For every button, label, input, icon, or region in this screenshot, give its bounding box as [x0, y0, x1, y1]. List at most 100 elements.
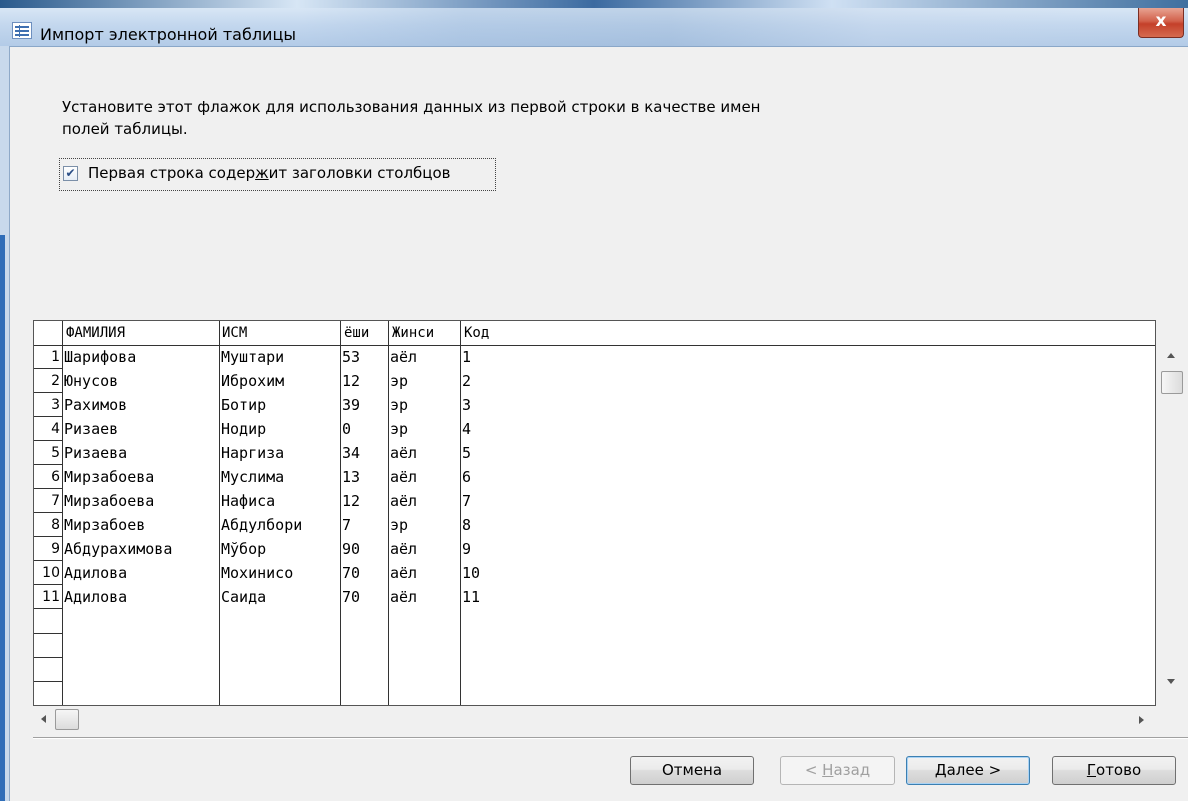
- cell-kod: 2: [462, 372, 472, 390]
- background-strip: [0, 0, 1188, 8]
- cell-yoshi: 90: [342, 540, 361, 558]
- row-number: 5: [34, 441, 62, 465]
- cell-jinsi: аёл: [390, 348, 418, 366]
- horizontal-scroll-thumb[interactable]: [55, 709, 79, 730]
- empty-row-number: [34, 609, 62, 634]
- cell-kod: 11: [462, 588, 481, 606]
- checkbox-check-icon[interactable]: ✔: [63, 166, 78, 181]
- scroll-left-icon[interactable]: [41, 715, 46, 723]
- cell-jinsi: аёл: [390, 468, 418, 486]
- scroll-right-icon[interactable]: [1139, 716, 1144, 724]
- row-number: 6: [34, 465, 62, 489]
- cell-familiya: Шарифова: [64, 348, 137, 366]
- cell-yoshi: 70: [342, 564, 361, 582]
- table-row: 11 Адилова Саида 70 аёл 11: [34, 585, 1155, 609]
- cell-yoshi: 39: [342, 396, 361, 414]
- cell-familiya: Мирзабоев: [64, 516, 146, 534]
- next-button[interactable]: Далее >: [906, 756, 1030, 785]
- cell-familiya: Адилова: [64, 588, 128, 606]
- cell-jinsi: аёл: [390, 564, 418, 582]
- row-number: 1: [34, 345, 62, 369]
- cell-ism: Муштари: [221, 348, 285, 366]
- cell-familiya: Абдурахимова: [64, 540, 173, 558]
- column-header-ism[interactable]: ИСМ: [222, 325, 247, 341]
- row-number: 9: [34, 537, 62, 561]
- column-header-kod[interactable]: Код: [464, 325, 489, 341]
- cell-ism: Муслима: [221, 468, 285, 486]
- cell-jinsi: эр: [390, 372, 409, 390]
- cell-jinsi: аёл: [390, 588, 418, 606]
- table-row: 6 Мирзабоева Муслима 13 аёл 6: [34, 465, 1155, 489]
- table-row: 3 Рахимов Ботир 39 эр 3: [34, 393, 1155, 417]
- cell-yoshi: 12: [342, 492, 361, 510]
- column-header-familiya[interactable]: ФАМИЛИЯ: [66, 325, 125, 341]
- window-frame-accent: [0, 235, 5, 801]
- cell-yoshi: 34: [342, 444, 361, 462]
- first-row-headers-checkbox[interactable]: ✔ Первая строка содержит заголовки столб…: [59, 158, 496, 191]
- cell-kod: 7: [462, 492, 472, 510]
- cell-jinsi: эр: [390, 420, 409, 438]
- cell-kod: 5: [462, 444, 472, 462]
- cell-ism: Ботир: [221, 396, 267, 414]
- cell-ism: Иброхим: [221, 372, 285, 390]
- cell-familiya: Рахимов: [64, 396, 128, 414]
- cell-ism: Абдулбори: [221, 516, 303, 534]
- table-row: 1 Шарифова Муштари 53 аёл 1: [34, 345, 1155, 369]
- finish-button[interactable]: Готово: [1052, 756, 1176, 785]
- cell-yoshi: 0: [342, 420, 352, 438]
- horizontal-scrollbar[interactable]: [33, 708, 1156, 732]
- cell-yoshi: 53: [342, 348, 361, 366]
- cell-ism: Нодир: [221, 420, 267, 438]
- cell-jinsi: эр: [390, 516, 409, 534]
- cell-yoshi: 12: [342, 372, 361, 390]
- cancel-button[interactable]: Отмена: [630, 756, 754, 785]
- table-row: 9 Абдурахимова Мўбор 90 аёл 9: [34, 537, 1155, 561]
- empty-row-number: [34, 633, 62, 658]
- vertical-scroll-thumb[interactable]: [1161, 371, 1183, 394]
- cell-jinsi: аёл: [390, 444, 418, 462]
- row-number: 2: [34, 369, 62, 393]
- cell-kod: 8: [462, 516, 472, 534]
- table-icon: [12, 22, 32, 39]
- cell-kod: 3: [462, 396, 472, 414]
- empty-row-number: [34, 657, 62, 682]
- divider-highlight: [33, 738, 1188, 739]
- cell-kod: 9: [462, 540, 472, 558]
- vertical-scrollbar[interactable]: [1160, 344, 1184, 706]
- table-row: 10 Адилова Мохинисо 70 аёл 10: [34, 561, 1155, 585]
- table-row: 7 Мирзабоева Нафиса 12 аёл 7: [34, 489, 1155, 513]
- close-button[interactable]: x: [1138, 8, 1184, 38]
- cell-familiya: Мирзабоева: [64, 468, 155, 486]
- cell-yoshi: 7: [342, 516, 352, 534]
- checkbox-label[interactable]: Первая строка содержит заголовки столбцо…: [88, 164, 451, 182]
- data-preview-grid[interactable]: ФАМИЛИЯ ИСМ ёши Жинси Код 1 Шарифова Муш…: [33, 320, 1156, 706]
- cell-jinsi: аёл: [390, 540, 418, 558]
- column-header-jinsi[interactable]: Жинси: [392, 325, 434, 341]
- cell-ism: Мохинисо: [221, 564, 294, 582]
- cell-kod: 10: [462, 564, 481, 582]
- row-number: 3: [34, 393, 62, 417]
- table-row: 8 Мирзабоев Абдулбори 7 эр 8: [34, 513, 1155, 537]
- row-number: 11: [34, 585, 62, 609]
- title-bar-background: [300, 8, 1120, 46]
- cell-ism: Саида: [221, 588, 267, 606]
- table-row: 4 Ризаев Нодир 0 эр 4: [34, 417, 1155, 441]
- title-bar: Импорт электронной таблицы x: [0, 8, 1188, 47]
- table-row: 2 Юнусов Иброхим 12 эр 2: [34, 369, 1155, 393]
- column-header-yoshi[interactable]: ёши: [344, 325, 369, 341]
- cell-familiya: Юнусов: [64, 372, 119, 390]
- cell-yoshi: 13: [342, 468, 361, 486]
- scroll-up-icon[interactable]: [1167, 353, 1175, 358]
- cell-ism: Нафиса: [221, 492, 276, 510]
- cell-familiya: Ризаева: [64, 444, 128, 462]
- back-button[interactable]: < Назад: [780, 756, 895, 785]
- cell-yoshi: 70: [342, 588, 361, 606]
- cell-jinsi: аёл: [390, 492, 418, 510]
- table-row: 5 Ризаева Наргиза 34 аёл 5: [34, 441, 1155, 465]
- scroll-down-icon[interactable]: [1167, 679, 1175, 684]
- row-number: 7: [34, 489, 62, 513]
- cell-kod: 6: [462, 468, 472, 486]
- cell-ism: Мўбор: [221, 540, 267, 558]
- row-number: 10: [34, 561, 62, 585]
- grid-header: ФАМИЛИЯ ИСМ ёши Жинси Код: [34, 321, 1155, 346]
